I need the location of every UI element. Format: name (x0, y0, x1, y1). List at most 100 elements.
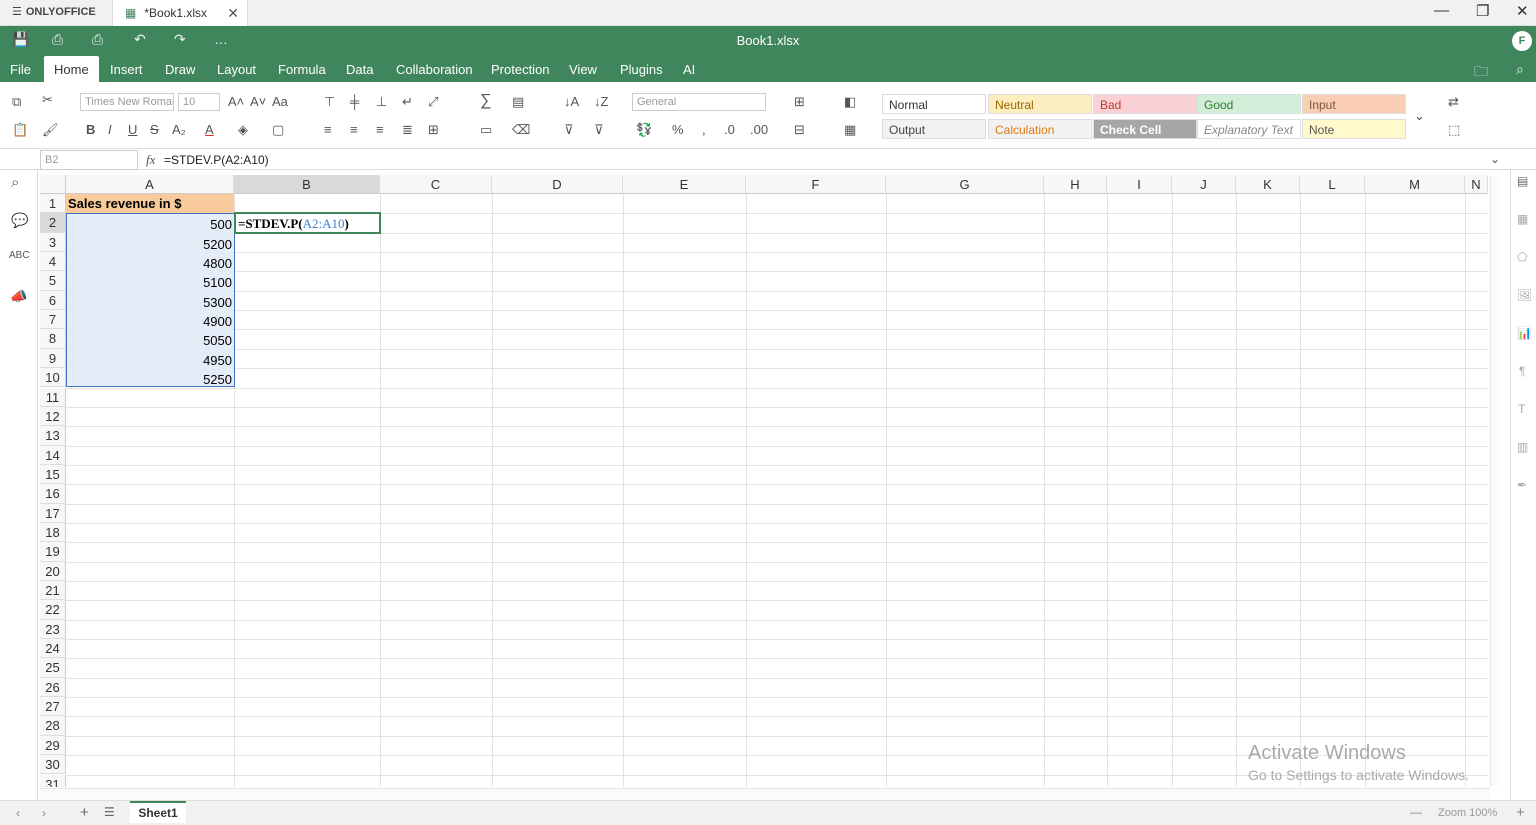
comments-icon[interactable]: 💬 (11, 212, 28, 229)
cell-b2-editor[interactable]: =STDEV.P(A2:A10) (234, 212, 381, 234)
copy-icon[interactable]: ⧉ (12, 94, 21, 110)
column-header-c[interactable]: C (380, 175, 492, 194)
font-size-select[interactable]: 10 (178, 93, 220, 111)
feedback-icon[interactable]: 📣 (10, 288, 27, 305)
minimize-icon[interactable]: — (1434, 2, 1449, 19)
increase-decimal-icon[interactable]: .00 (750, 122, 768, 137)
column-header-k[interactable]: K (1236, 175, 1300, 194)
row-header[interactable]: 8 (40, 329, 66, 349)
style-explanatory-text[interactable]: Explanatory Text (1197, 119, 1301, 139)
style-neutral[interactable]: Neutral (988, 94, 1092, 114)
row-header[interactable]: 24 (40, 639, 66, 659)
restore-icon[interactable]: ❐ (1476, 2, 1489, 20)
underline-icon[interactable]: U (128, 122, 137, 137)
row-header[interactable]: 20 (40, 561, 66, 581)
row-header[interactable]: 11 (40, 387, 66, 407)
orientation-icon[interactable]: ⤢ (428, 94, 438, 110)
select-all-corner[interactable] (40, 175, 66, 194)
spellcheck-icon[interactable]: ABC (9, 250, 30, 261)
menu-layout[interactable]: Layout (217, 62, 256, 77)
row-header[interactable]: 27 (40, 697, 66, 717)
style-bad[interactable]: Bad (1093, 94, 1197, 114)
image-settings-icon[interactable]: 🖼 (1517, 288, 1532, 302)
cell-a3[interactable]: 5200 (66, 233, 234, 252)
row-header[interactable]: 23 (40, 619, 66, 640)
row-header[interactable]: 9 (40, 348, 66, 369)
align-top-icon[interactable]: ⊤ (324, 94, 335, 110)
cell-a2[interactable]: 500 (66, 213, 234, 232)
find-icon[interactable]: ⌕ (11, 174, 19, 191)
sort-descending-icon[interactable]: ↓Z (594, 94, 608, 109)
close-tab-icon[interactable]: ✕ (227, 5, 239, 22)
row-header[interactable]: 26 (40, 677, 66, 698)
menu-data[interactable]: Data (346, 62, 373, 77)
horizontal-scrollbar[interactable] (40, 788, 1490, 799)
formula-input[interactable]: =STDEV.P(A2:A10) (164, 153, 269, 167)
named-ranges-icon[interactable]: ▭ (480, 122, 492, 138)
menu-file[interactable]: File (10, 62, 31, 77)
row-header[interactable]: 28 (40, 716, 66, 736)
align-left-icon[interactable]: ≡ (324, 122, 332, 137)
font-name-select[interactable]: Times New Roman (80, 93, 174, 111)
row-header[interactable]: 6 (40, 290, 66, 311)
row-header[interactable]: 18 (40, 522, 66, 543)
cell-a10[interactable]: 5250 (66, 368, 234, 387)
align-middle-icon[interactable]: ╪ (350, 94, 359, 109)
zoom-out-icon[interactable]: — (1410, 805, 1422, 819)
style-check-cell[interactable]: Check Cell (1093, 119, 1197, 139)
cell-a4[interactable]: 4800 (66, 252, 234, 271)
row-header[interactable]: 10 (40, 368, 66, 388)
row-header[interactable]: 19 (40, 542, 66, 562)
row-header[interactable]: 22 (40, 600, 66, 620)
column-header-i[interactable]: I (1107, 175, 1172, 194)
menu-protection[interactable]: Protection (491, 62, 550, 77)
shape-settings-icon[interactable]: ⬠ (1517, 250, 1527, 264)
column-header-b[interactable]: B (234, 175, 380, 194)
row-header[interactable]: 3 (40, 232, 66, 253)
expand-formula-icon[interactable]: ⌄ (1490, 152, 1500, 166)
style-note[interactable]: Note (1302, 119, 1406, 139)
clear-filter-icon[interactable]: ⊽ (594, 122, 604, 138)
menu-home[interactable]: Home (44, 56, 99, 82)
replace-icon[interactable]: ⇄ (1448, 94, 1459, 110)
row-header[interactable]: 17 (40, 503, 66, 523)
column-header-n[interactable]: N (1465, 175, 1488, 194)
row-header[interactable]: 15 (40, 464, 66, 485)
name-box[interactable]: B2 (40, 150, 138, 170)
fill-icon[interactable]: ▤ (512, 94, 524, 110)
add-sheet-icon[interactable]: + (80, 804, 89, 821)
cut-icon[interactable]: ✂ (42, 92, 53, 108)
row-header[interactable]: 1 (40, 194, 66, 214)
align-bottom-icon[interactable]: ⊥ (376, 94, 387, 110)
align-right-icon[interactable]: ≡ (376, 122, 384, 137)
autosum-icon[interactable]: ∑ (480, 92, 491, 110)
cell-settings-icon[interactable]: ▤ (1517, 174, 1528, 188)
fill-color-icon[interactable]: ◈ (238, 122, 248, 138)
row-header[interactable]: 4 (40, 252, 66, 272)
row-header[interactable]: 14 (40, 445, 66, 465)
row-header[interactable]: 13 (40, 426, 66, 446)
style-output[interactable]: Output (882, 119, 986, 139)
row-header[interactable]: 12 (40, 406, 66, 427)
pivot-settings-icon[interactable]: ▥ (1517, 440, 1528, 454)
avatar[interactable]: F (1512, 31, 1532, 51)
merge-icon[interactable]: ⊞ (428, 122, 439, 138)
row-header[interactable]: 30 (40, 755, 66, 775)
close-window-icon[interactable]: ✕ (1516, 2, 1529, 20)
menu-insert[interactable]: Insert (110, 62, 143, 77)
vertical-scrollbar[interactable] (1490, 176, 1500, 786)
column-header-j[interactable]: J (1172, 175, 1236, 194)
chart-settings-icon[interactable]: 📊 (1517, 326, 1532, 340)
cell-a5[interactable]: 5100 (66, 271, 234, 290)
column-header-g[interactable]: G (886, 175, 1044, 194)
number-format-select[interactable]: General (632, 93, 766, 111)
style-good[interactable]: Good (1197, 94, 1301, 114)
row-header[interactable]: 21 (40, 581, 66, 601)
strikethrough-icon[interactable]: S (150, 122, 159, 137)
change-case-icon[interactable]: Aa (272, 94, 288, 109)
justify-icon[interactable]: ≣ (402, 122, 413, 138)
menu-plugins[interactable]: Plugins (620, 62, 663, 77)
document-tab[interactable]: ▦ *Book1.xlsx ✕ (112, 0, 248, 26)
cell-a9[interactable]: 4950 (66, 349, 234, 368)
column-header-f[interactable]: F (746, 175, 886, 194)
